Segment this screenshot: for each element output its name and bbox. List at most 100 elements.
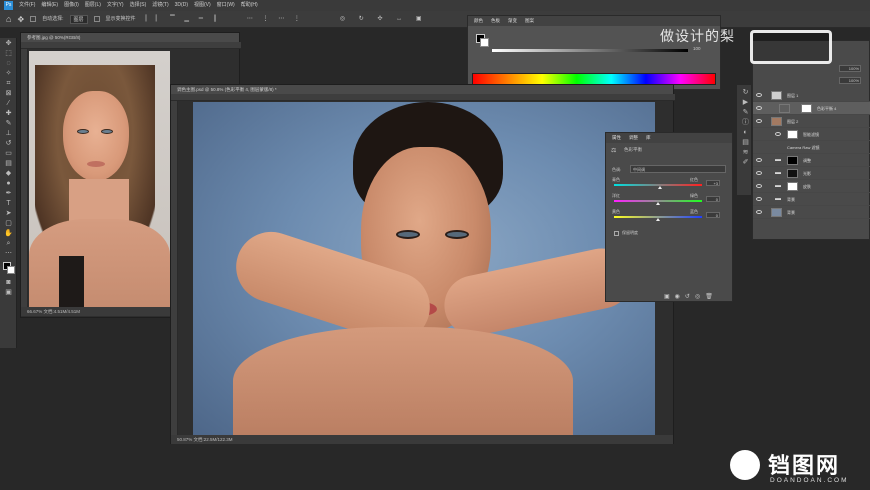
cyan-red-slider[interactable]: 青色 红色 +3 [610,177,728,189]
menu-layer[interactable]: 图层(L) [85,0,101,11]
align-icons[interactable]: ▕ ▏ ▔ ▁ ═ ║ [142,11,221,28]
tab-properties[interactable]: 属性 [612,133,621,143]
layer-row[interactable]: 智能滤镜 [753,128,870,141]
zoom-tool-icon[interactable]: ⌕ [3,240,14,248]
view-previous-icon[interactable]: ◉ [675,294,685,300]
magenta-green-value[interactable]: 0 [706,196,720,202]
move-tool-icon[interactable]: ✥ [3,40,14,48]
actions-panel-icon[interactable]: ▶ [740,99,751,107]
gradient-tool-icon[interactable]: ▤ [3,160,14,168]
eye-icon[interactable] [756,197,762,201]
eye-icon[interactable] [775,132,781,136]
path-selection-tool-icon[interactable]: ➤ [3,210,14,218]
yellow-blue-knob[interactable] [656,218,660,221]
paths-panel-icon[interactable]: ✐ [740,159,751,167]
menu-type[interactable]: 文字(Y) [107,0,124,11]
background-color-swatch[interactable] [7,266,15,274]
menu-edit[interactable]: 编辑(E) [41,0,58,11]
magenta-green-slider[interactable]: 洋红 绿色 0 [610,193,728,205]
channels-panel-icon[interactable]: ≋ [740,149,751,157]
clone-stamp-tool-icon[interactable]: ⊥ [3,130,14,138]
hand-tool-icon[interactable]: ✋ [3,230,14,238]
lasso-tool-icon[interactable]: ◌ [3,60,14,68]
home-icon[interactable]: ⌂ [6,11,11,28]
layer-row[interactable]: Camera Raw 滤镜 [753,141,870,154]
magenta-green-knob[interactable] [656,202,660,205]
layer-row[interactable]: ▬ 皮肤 [753,180,870,193]
yellow-blue-slider[interactable]: 黄色 蓝色 0 [610,209,728,221]
screen-mode-icon[interactable]: ▣ [3,289,14,297]
distribute-icons[interactable]: ⋯ ⋮ ⋯ ⋮ [247,11,304,28]
magic-wand-tool-icon[interactable]: ✧ [3,70,14,78]
eye-icon[interactable] [756,93,762,97]
crop-tool-icon[interactable]: ⌗ [3,80,14,88]
tab-swatches[interactable]: 色板 [491,16,500,26]
menu-image[interactable]: 图像(I) [64,0,79,11]
main-document-window[interactable]: 调色主图.psd @ 50.8% (色彩平衡 4, 图层蒙版/8) * 50.8… [170,84,675,444]
menu-3d[interactable]: 3D(D) [175,0,188,11]
menu-window[interactable]: 窗口(W) [217,0,235,11]
auto-select-checkbox[interactable] [30,16,37,22]
opacity-field[interactable]: 100% [839,65,861,72]
tab-patterns[interactable]: 图案 [525,16,534,26]
reset-icon[interactable]: ↺ [685,294,695,300]
brush-panel-icon[interactable]: ✎ [740,109,751,117]
layer-row[interactable]: 色彩平衡 4 [753,102,870,115]
tab-libraries[interactable]: 库 [646,133,651,143]
eye-icon[interactable] [756,106,762,110]
clip-to-layer-icon[interactable]: ▣ [664,294,675,300]
eye-icon[interactable] [756,171,762,175]
auto-select-dropdown[interactable]: 图层 [69,14,88,24]
cyan-red-value[interactable]: +3 [706,180,720,186]
show-transform-checkbox[interactable] [93,16,100,22]
eyedropper-tool-icon[interactable]: ⁄ [3,100,14,108]
pen-tool-icon[interactable]: ✒ [3,190,14,198]
eye-icon[interactable] [756,119,762,123]
layer-row[interactable]: 图层 1 [753,89,870,102]
layer-row[interactable]: ▬ 调整 [753,154,870,167]
menu-filter[interactable]: 滤镜(T) [152,0,168,11]
layer-row[interactable]: 背景 [753,206,870,219]
rectangle-tool-icon[interactable]: ▢ [3,220,14,228]
3d-mode-icons[interactable]: ◎ ↻ ✣ ↔ ▣ [340,11,428,28]
main-document-tab[interactable]: 调色主图.psd @ 50.8% (色彩平衡 4, 图层蒙版/8) * [171,85,673,94]
k-slider[interactable] [492,49,688,52]
visibility-icon[interactable]: ◎ [695,294,705,300]
tab-color[interactable]: 颜色 [474,16,483,26]
preserve-luminosity-checkbox[interactable] [614,231,619,236]
yellow-blue-value[interactable]: 0 [706,212,720,218]
eye-icon[interactable] [756,184,762,188]
delete-icon[interactable]: 🗑 [705,294,718,300]
fill-field[interactable]: 100% [839,77,861,84]
menu-select[interactable]: 选择(S) [130,0,147,11]
brush-tool-icon[interactable]: ✎ [3,120,14,128]
menu-file[interactable]: 文件(F) [19,0,35,11]
eraser-tool-icon[interactable]: ▭ [3,150,14,158]
history-brush-tool-icon[interactable]: ↺ [3,140,14,148]
healing-brush-tool-icon[interactable]: ✚ [3,110,14,118]
type-tool-icon[interactable]: T [3,200,14,208]
marquee-tool-icon[interactable]: ⬚ [3,50,14,58]
foreground-background-colors[interactable] [0,261,16,277]
blur-tool-icon[interactable]: ◆ [3,170,14,178]
layer-row[interactable]: 图层 2 [753,115,870,128]
properties-panel-icon[interactable]: ▤ [740,139,751,147]
eye-icon[interactable] [756,158,762,162]
adjustments-panel-icon[interactable]: ◐ [740,129,751,137]
eye-icon[interactable] [756,210,762,214]
layer-row[interactable]: ▬ 背景 [753,193,870,206]
quick-mask-icon[interactable]: ◙ [3,279,14,287]
dodge-tool-icon[interactable]: ● [3,180,14,188]
history-panel-icon[interactable]: ↻ [740,89,751,97]
more-tools-icon[interactable]: ⋯ [3,250,14,258]
tone-dropdown[interactable]: 中间调 [630,165,726,173]
reference-document-tab[interactable]: 参考图.jpg @ 50%(RGB/8) [21,33,239,42]
cyan-red-knob[interactable] [658,186,662,189]
menu-help[interactable]: 帮助(H) [241,0,258,11]
info-panel-icon[interactable]: ⓘ [740,119,751,127]
tab-gradients[interactable]: 渐变 [508,16,517,26]
frame-tool-icon[interactable]: ⊠ [3,90,14,98]
color-bg-swatch[interactable] [480,38,489,47]
tab-adjustments[interactable]: 调整 [629,133,638,143]
layer-row[interactable]: ▬ 光影 [753,167,870,180]
